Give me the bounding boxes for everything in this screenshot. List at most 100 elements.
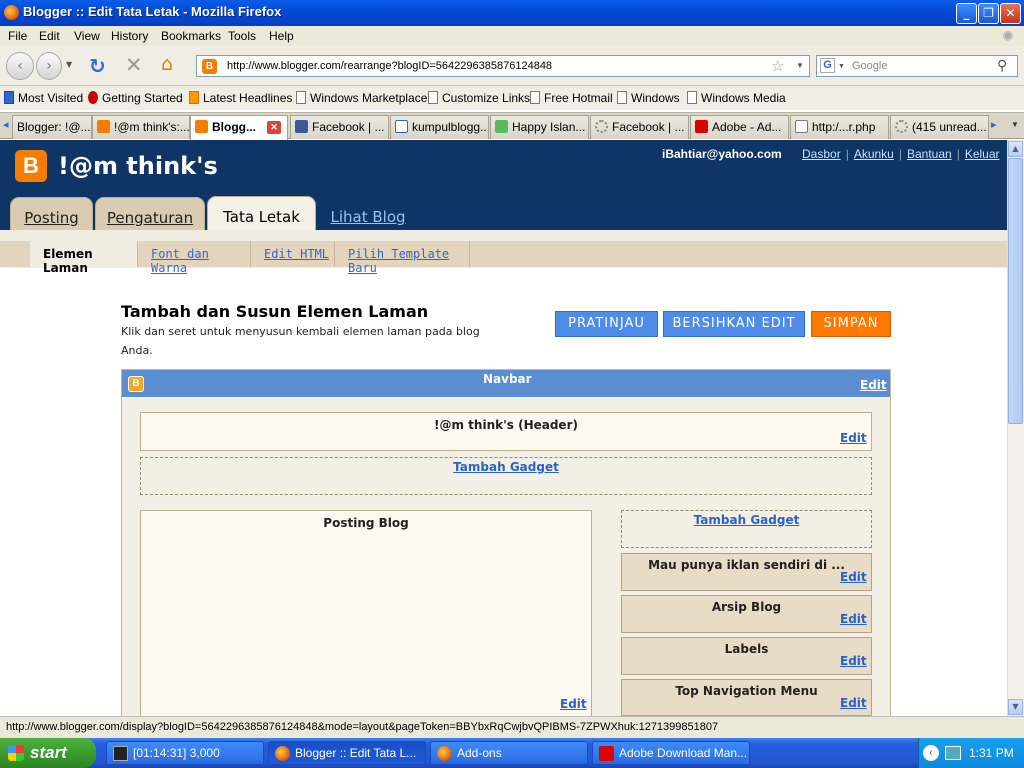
back-button[interactable]: ‹ bbox=[6, 52, 34, 80]
network-icon[interactable] bbox=[945, 746, 961, 760]
menu-edit[interactable]: Edit bbox=[39, 29, 60, 43]
tab[interactable]: Facebook | ... bbox=[290, 115, 389, 139]
navigation-toolbar: ‹ › ▼ ↻ ✕ ⌂ B http://www.blogger.com/rea… bbox=[0, 46, 1024, 86]
link-keluar[interactable]: Keluar bbox=[965, 147, 1000, 161]
system-tray: ‹ 1:31 PM bbox=[918, 738, 1024, 768]
engine-dropdown-icon[interactable]: ▼ bbox=[838, 63, 845, 70]
menu-history[interactable]: History bbox=[111, 29, 148, 43]
bookmark-label: Most Visited bbox=[18, 91, 84, 105]
tab-list-icon[interactable]: ▼ bbox=[1011, 120, 1019, 129]
reload-icon[interactable]: ↻ bbox=[89, 54, 106, 78]
tray-expand-icon[interactable]: ‹ bbox=[923, 745, 939, 761]
header-gadget[interactable]: !@m think's (Header) Edit bbox=[140, 412, 872, 451]
subtab-elemen-laman[interactable]: Elemen Laman bbox=[30, 241, 138, 275]
blog-posts-gadget[interactable]: Posting Blog Edit bbox=[140, 510, 592, 720]
sidebar-edit-link[interactable]: Edit bbox=[840, 654, 867, 668]
google-engine-icon[interactable]: G bbox=[820, 58, 835, 73]
scroll-thumb[interactable] bbox=[1008, 158, 1023, 424]
tab-close-icon[interactable]: ✕ bbox=[267, 121, 281, 134]
page-icon bbox=[795, 120, 808, 133]
tab-label: !@m think's:... bbox=[114, 120, 190, 134]
subtab-font-warna[interactable]: Font dan Warna bbox=[138, 241, 251, 275]
taskbar-item[interactable]: Add-ons bbox=[430, 741, 588, 765]
tab-scroll-left-icon[interactable]: ◂ bbox=[3, 118, 9, 131]
tab-lihat-blog[interactable]: Lihat Blog bbox=[327, 197, 409, 231]
tab[interactable]: http:/...r.php bbox=[790, 115, 889, 139]
sidebar-gadget[interactable]: Mau punya iklan sendiri di ... Edit bbox=[621, 553, 872, 591]
tab[interactable]: Blogger: !@... bbox=[12, 115, 92, 139]
bookmark-windows[interactable]: Windows bbox=[617, 91, 680, 105]
tab-tata-letak[interactable]: Tata Letak bbox=[207, 196, 316, 232]
tab[interactable]: Happy Islan... bbox=[490, 115, 589, 139]
sidebar-edit-link[interactable]: Edit bbox=[840, 570, 867, 584]
tab-posting[interactable]: Posting bbox=[10, 197, 93, 231]
start-button[interactable]: start bbox=[0, 738, 96, 768]
bookmark-most-visited[interactable]: Most Visited bbox=[4, 91, 83, 105]
menu-tools[interactable]: Tools bbox=[228, 29, 256, 43]
menu-bookmarks[interactable]: Bookmarks bbox=[161, 29, 221, 43]
clear-edits-button[interactable]: BERSIHKAN EDIT bbox=[663, 311, 805, 337]
taskbar-item-active[interactable]: Blogger :: Edit Tata L... bbox=[268, 741, 426, 765]
minimize-button[interactable]: _ bbox=[956, 3, 977, 24]
url-dropdown-icon[interactable]: ▼ bbox=[796, 61, 804, 70]
search-icon[interactable]: ⚲ bbox=[997, 57, 1007, 74]
bookmark-windows-marketplace[interactable]: Windows Marketplace bbox=[296, 91, 427, 105]
navbar-edit-link[interactable]: Edit bbox=[860, 378, 887, 392]
menu-file[interactable]: File bbox=[8, 29, 27, 43]
loading-icon bbox=[895, 120, 908, 133]
tab[interactable]: kumpulblogg... bbox=[390, 115, 489, 139]
stop-icon[interactable]: ✕ bbox=[125, 53, 143, 77]
add-gadget-link[interactable]: Tambah Gadget bbox=[141, 460, 871, 474]
navbar-label: Navbar bbox=[483, 372, 532, 386]
page-description: Klik dan seret untuk menyusun kembali el… bbox=[121, 325, 480, 357]
search-bar[interactable]: G ▼ Google ⚲ bbox=[816, 55, 1018, 77]
menu-help[interactable]: Help bbox=[269, 29, 294, 43]
tab-pengaturan[interactable]: Pengaturan bbox=[95, 197, 205, 231]
maximize-button[interactable]: ❐ bbox=[978, 3, 999, 24]
sidebar-add-gadget-link[interactable]: Tambah Gadget bbox=[622, 513, 871, 527]
sidebar-gadget[interactable]: Top Navigation Menu Edit bbox=[621, 679, 872, 716]
history-dropdown-icon[interactable]: ▼ bbox=[66, 60, 72, 69]
bookmark-windows-media[interactable]: Windows Media bbox=[687, 91, 786, 105]
sidebar-gadget-title: Mau punya iklan sendiri di ... bbox=[648, 558, 845, 572]
link-bantuan[interactable]: Bantuan bbox=[907, 147, 952, 161]
tab-label: Facebook | ... bbox=[612, 120, 685, 134]
tab[interactable]: Adobe - Ad... bbox=[690, 115, 789, 139]
tab-scroll-right-icon[interactable]: ▸ bbox=[991, 118, 997, 131]
close-button[interactable]: ✕ bbox=[1000, 3, 1021, 24]
bookmark-customize-links[interactable]: Customize Links bbox=[428, 91, 530, 105]
bookmark-free-hotmail[interactable]: Free Hotmail bbox=[530, 91, 613, 105]
menu-view[interactable]: View bbox=[74, 29, 100, 43]
bookmark-latest-headlines[interactable]: Latest Headlines bbox=[189, 91, 292, 105]
save-button[interactable]: SIMPAN bbox=[811, 311, 891, 337]
sidebar-gadget[interactable]: Labels Edit bbox=[621, 637, 872, 675]
taskbar-item[interactable]: [01:14:31] 3,000 bbox=[106, 741, 264, 765]
header-edit-link[interactable]: Edit bbox=[840, 431, 867, 445]
taskbar-item[interactable]: Adobe Download Man... bbox=[592, 741, 750, 765]
subtab-pilih-template[interactable]: Pilih Template Baru bbox=[335, 241, 470, 275]
search-placeholder: Google bbox=[852, 60, 888, 72]
sidebar-gadget[interactable]: Arsip Blog Edit bbox=[621, 595, 872, 633]
scroll-up-icon[interactable]: ▲ bbox=[1008, 141, 1023, 157]
link-akunku[interactable]: Akunku bbox=[854, 147, 894, 161]
taskbar-item-label: Blogger :: Edit Tata L... bbox=[295, 746, 417, 760]
bookmark-star-icon[interactable]: ☆ bbox=[771, 57, 784, 75]
tab[interactable]: Facebook | ... bbox=[590, 115, 689, 139]
tab[interactable]: !@m think's:... bbox=[92, 115, 190, 139]
sidebar-edit-link[interactable]: Edit bbox=[840, 696, 867, 710]
url-bar[interactable]: B http://www.blogger.com/rearrange?blogI… bbox=[196, 55, 810, 77]
forward-button[interactable]: › bbox=[36, 52, 62, 80]
bookmark-getting-started[interactable]: Getting Started bbox=[88, 91, 183, 105]
home-icon[interactable]: ⌂ bbox=[161, 53, 173, 75]
bookmark-label: Latest Headlines bbox=[203, 91, 293, 105]
scroll-down-icon[interactable]: ▼ bbox=[1008, 699, 1023, 715]
tab-active[interactable]: Blogg... ✕ bbox=[190, 115, 288, 140]
sidebar-edit-link[interactable]: Edit bbox=[840, 612, 867, 626]
page-icon bbox=[428, 91, 438, 104]
blog-posts-edit-link[interactable]: Edit bbox=[560, 697, 587, 711]
preview-button[interactable]: PRATINJAU bbox=[555, 311, 658, 337]
link-dasbor[interactable]: Dasbor bbox=[802, 147, 841, 161]
tab[interactable]: (415 unread... bbox=[890, 115, 989, 139]
blogger-logo-icon[interactable]: B bbox=[15, 150, 47, 182]
subtab-edit-html[interactable]: Edit HTML bbox=[251, 241, 335, 267]
